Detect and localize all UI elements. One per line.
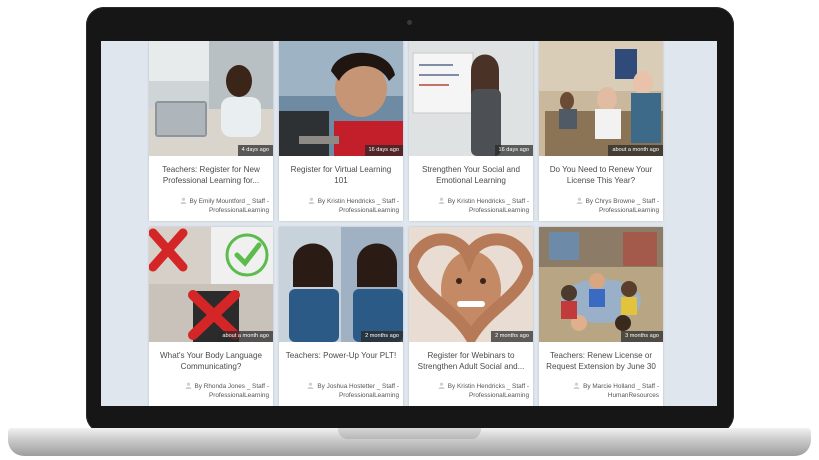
user-icon — [576, 197, 583, 204]
post-author[interactable]: By Emily Mountford _ Staff - — [190, 198, 269, 205]
post-team[interactable]: ProfessionalLearning — [438, 391, 529, 400]
post-author[interactable]: By Kristin Hendricks _ Staff - — [448, 383, 529, 390]
post-author[interactable]: By Kristin Hendricks _ Staff - — [448, 198, 529, 205]
post-meta: By Rhonda Jones _ Staff - ProfessionalLe… — [185, 382, 270, 400]
post-thumbnail[interactable]: about a month ago — [539, 41, 663, 156]
post-age: 16 days ago — [494, 145, 533, 156]
post-author[interactable]: By Marcie Holland _ Staff - — [583, 383, 659, 390]
user-icon — [307, 382, 314, 389]
user-icon — [308, 197, 315, 204]
user-icon — [185, 382, 192, 389]
post-age: 2 months ago — [491, 331, 533, 342]
post-age: 3 months ago — [621, 331, 663, 342]
post-meta: By Chrys Browne _ Staff - ProfessionalLe… — [576, 197, 659, 215]
post-author[interactable]: By Chrys Browne _ Staff - — [586, 198, 659, 205]
post-meta: By Emily Mountford _ Staff - Professiona… — [180, 197, 269, 215]
post-author[interactable]: By Rhonda Jones _ Staff - — [195, 383, 270, 390]
post-thumbnail[interactable]: 16 days ago — [279, 41, 403, 156]
user-icon — [438, 382, 445, 389]
post-team[interactable]: ProfessionalLearning — [308, 206, 399, 215]
post-thumbnail[interactable]: 2 months ago — [409, 227, 533, 342]
post-age: about a month ago — [608, 145, 663, 156]
post-thumbnail[interactable]: about a month ago — [149, 227, 273, 342]
post-meta: By Joshua Hostetter _ Staff - Profession… — [307, 382, 399, 400]
webcam — [407, 20, 412, 25]
post-title[interactable]: Teachers: Power-Up Your PLT! — [279, 342, 403, 377]
laptop-hinge-notch — [338, 428, 481, 439]
post-age: 4 days ago — [237, 145, 273, 156]
screen: 4 days ago Teachers: Register for New Pr… — [101, 41, 717, 406]
post-team[interactable]: ProfessionalLearning — [438, 206, 529, 215]
post-thumbnail[interactable]: 16 days ago — [409, 41, 533, 156]
post-card[interactable]: about a month ago What's Your Body Langu… — [149, 227, 273, 406]
post-card[interactable]: 2 months ago Register for Webinars to St… — [409, 227, 533, 406]
user-icon — [438, 197, 445, 204]
post-meta: By Kristin Hendricks _ Staff - Professio… — [308, 197, 399, 215]
post-card[interactable]: 4 days ago Teachers: Register for New Pr… — [149, 41, 273, 221]
user-icon — [180, 197, 187, 204]
post-grid: 4 days ago Teachers: Register for New Pr… — [149, 41, 669, 406]
post-title[interactable]: Strengthen Your Social and Emotional Lea… — [409, 156, 533, 191]
post-thumbnail[interactable]: 4 days ago — [149, 41, 273, 156]
post-title[interactable]: Teachers: Renew License or Request Exten… — [539, 342, 663, 377]
post-team[interactable]: ProfessionalLearning — [576, 206, 659, 215]
post-meta: By Marcie Holland _ Staff - HumanResourc… — [573, 382, 659, 400]
post-author[interactable]: By Kristin Hendricks _ Staff - — [318, 198, 399, 205]
post-title[interactable]: What's Your Body Language Communicating? — [149, 342, 273, 377]
user-icon — [573, 382, 580, 389]
post-title[interactable]: Teachers: Register for New Professional … — [149, 156, 273, 191]
post-team[interactable]: ProfessionalLearning — [180, 206, 269, 215]
post-card[interactable]: about a month ago Do You Need to Renew Y… — [539, 41, 663, 221]
post-team[interactable]: ProfessionalLearning — [307, 391, 399, 400]
post-age: 16 days ago — [364, 145, 403, 156]
post-card[interactable]: 16 days ago Register for Virtual Learnin… — [279, 41, 403, 221]
post-age: about a month ago — [218, 331, 273, 342]
post-title[interactable]: Register for Virtual Learning 101 — [279, 156, 403, 191]
post-thumbnail[interactable]: 2 months ago — [279, 227, 403, 342]
post-team[interactable]: ProfessionalLearning — [185, 391, 269, 400]
post-age: 2 months ago — [361, 331, 403, 342]
post-thumbnail[interactable]: 3 months ago — [539, 227, 663, 342]
post-meta: By Kristin Hendricks _ Staff - Professio… — [438, 197, 529, 215]
post-card[interactable]: 3 months ago Teachers: Renew License or … — [539, 227, 663, 406]
post-author[interactable]: By Joshua Hostetter _ Staff - — [317, 383, 399, 390]
post-meta: By Kristin Hendricks _ Staff - Professio… — [438, 382, 529, 400]
post-card[interactable]: 2 months ago Teachers: Power-Up Your PLT… — [279, 227, 403, 406]
post-team[interactable]: HumanResources — [573, 391, 659, 400]
post-card[interactable]: 16 days ago Strengthen Your Social and E… — [409, 41, 533, 221]
post-title[interactable]: Register for Webinars to Strengthen Adul… — [409, 342, 533, 377]
post-title[interactable]: Do You Need to Renew Your License This Y… — [539, 156, 663, 191]
